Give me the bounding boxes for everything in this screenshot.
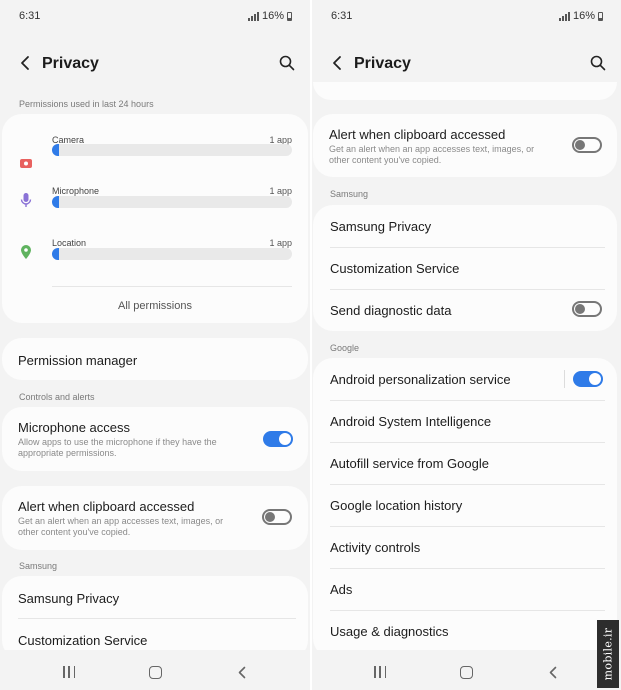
send-diagnostic-label: Send diagnostic data (330, 303, 452, 318)
list-item[interactable]: Usage & diagnostics (313, 610, 617, 652)
permission-label: Location (52, 238, 87, 248)
status-time: 6:31 (19, 10, 41, 22)
permission-label: Microphone (52, 186, 100, 196)
send-diagnostic-toggle[interactable] (572, 301, 602, 317)
microphone-access-subtitle: Allow apps to use the microphone if they… (18, 437, 217, 458)
list-item[interactable]: Android System Intelligence (313, 400, 617, 442)
list-item[interactable]: Autofill service from Google (313, 442, 617, 484)
ads-label: Ads (330, 582, 353, 597)
list-item[interactable]: Activity controls (313, 526, 617, 568)
vertical-divider (564, 370, 565, 388)
search-icon[interactable] (590, 55, 606, 71)
clipboard-alert-title: Alert when clipboard accessed (329, 127, 506, 142)
autofill-service-label: Autofill service from Google (330, 456, 489, 471)
permission-count: 1 app (269, 238, 292, 248)
location-icon (21, 245, 31, 259)
samsung-privacy-label: Samsung Privacy (330, 219, 432, 234)
permission-manager-label: Permission manager (18, 353, 138, 368)
all-permissions-button[interactable]: All permissions (2, 300, 308, 312)
signal-icon (558, 11, 570, 21)
recents-icon[interactable] (374, 666, 386, 678)
samsung-card: Samsung Privacy Customization Service Se… (313, 205, 617, 331)
recents-icon[interactable] (63, 666, 75, 678)
search-icon[interactable] (279, 55, 295, 71)
list-item[interactable]: Ads (313, 568, 617, 610)
battery-icon (287, 11, 292, 21)
permission-count: 1 app (269, 186, 292, 196)
permission-usage-bar (52, 196, 292, 208)
microphone-access-toggle[interactable] (263, 431, 293, 447)
navigation-bar (312, 650, 621, 690)
watermark-text: mobile.ir (601, 627, 615, 681)
samsung-privacy-label: Samsung Privacy (18, 591, 120, 606)
activity-controls-label: Activity controls (330, 540, 421, 555)
battery-level: 16% (572, 10, 595, 22)
permission-row-location[interactable]: Location 1 app (2, 232, 308, 276)
clipboard-alert-row[interactable]: Alert when clipboard accessed Get an ale… (313, 114, 617, 177)
navigation-bar (0, 650, 310, 690)
clipboard-alert-toggle[interactable] (572, 137, 602, 153)
permission-usage-bar (52, 144, 292, 156)
samsung-card: Samsung Privacy Customization Service (2, 576, 308, 660)
page-title: Privacy (42, 55, 99, 72)
section-label-samsung: Samsung (19, 561, 58, 571)
back-arrow-icon[interactable] (330, 55, 344, 71)
back-arrow-icon[interactable] (18, 55, 32, 71)
microphone-icon (20, 193, 32, 207)
permission-row-camera[interactable]: Camera 1 app (2, 128, 308, 172)
clipboard-alert-row[interactable]: Alert when clipboard accessed Get an ale… (2, 486, 308, 550)
customization-service-label: Customization Service (330, 261, 460, 276)
usage-diagnostics-label: Usage & diagnostics (330, 624, 449, 639)
permissions-card: Camera 1 app Microphone 1 app Location 1… (2, 114, 308, 323)
customization-service-row[interactable]: Customization Service (313, 247, 617, 289)
google-location-history-label: Google location history (330, 498, 463, 513)
section-label-permissions: Permissions used in last 24 hours (19, 99, 154, 109)
permission-manager-card[interactable]: Permission manager (2, 338, 308, 380)
section-label-google: Google (330, 343, 360, 353)
list-item[interactable]: Google location history (313, 484, 617, 526)
section-label-samsung: Samsung (330, 189, 369, 199)
battery-icon (598, 11, 603, 21)
samsung-privacy-row[interactable]: Samsung Privacy (313, 205, 617, 247)
home-icon[interactable] (460, 666, 473, 679)
clipboard-alert-subtitle: Get an alert when an app accesses text, … (18, 516, 224, 537)
scrolled-card-edge (313, 82, 617, 100)
customization-service-label: Customization Service (18, 633, 148, 648)
permission-row-microphone[interactable]: Microphone 1 app (2, 180, 308, 224)
microphone-access-title: Microphone access (18, 420, 130, 435)
section-label-controls: Controls and alerts (19, 392, 95, 402)
google-card: Android personalization service Android … (313, 358, 617, 658)
android-system-intelligence-label: Android System Intelligence (330, 414, 492, 429)
battery-level: 16% (261, 10, 284, 22)
camera-icon (20, 159, 32, 168)
left-screen: 6:31 16% Privacy Permissions used in las… (0, 0, 310, 690)
permission-usage-bar (52, 248, 292, 260)
samsung-privacy-row[interactable]: Samsung Privacy (2, 576, 308, 618)
status-time: 6:31 (331, 10, 353, 22)
android-personalization-label: Android personalization service (330, 372, 511, 387)
android-personalization-row[interactable]: Android personalization service (313, 358, 617, 400)
clipboard-alert-toggle[interactable] (262, 509, 292, 525)
home-icon[interactable] (149, 666, 162, 679)
clipboard-alert-title: Alert when clipboard accessed (18, 499, 195, 514)
nav-back-icon[interactable] (548, 666, 558, 679)
nav-back-icon[interactable] (237, 666, 247, 679)
watermark: mobile.ir (597, 620, 619, 688)
microphone-access-row[interactable]: Microphone access Allow apps to use the … (2, 407, 308, 471)
send-diagnostic-row[interactable]: Send diagnostic data (313, 289, 617, 331)
page-title: Privacy (354, 55, 411, 72)
signal-icon (247, 11, 259, 21)
divider (52, 286, 292, 287)
android-personalization-toggle[interactable] (573, 371, 603, 387)
clipboard-alert-subtitle: Get an alert when an app accesses text, … (329, 144, 535, 165)
right-screen: 6:31 16% Privacy Alert when clipboard ac… (312, 0, 621, 690)
